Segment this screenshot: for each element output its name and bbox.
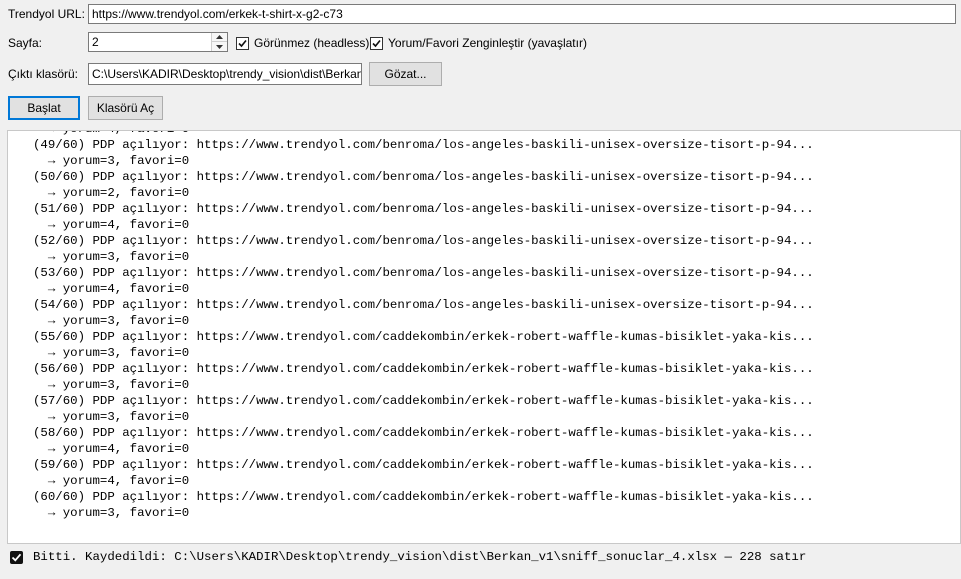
headless-label: Görünmez (headless) (254, 36, 370, 50)
start-button[interactable]: Başlat (8, 96, 80, 120)
output-folder-input[interactable]: C:\Users\KADIR\Desktop\trendy_vision\dis… (88, 63, 362, 85)
log-line: → yorum=3, favori=0 (33, 410, 190, 424)
check-mark-icon (10, 550, 23, 564)
log-line: → yorum=4, favori=0 (33, 282, 190, 296)
page-spin-buttons[interactable] (211, 33, 227, 51)
log-line: → yorum=4, favori=0 (33, 474, 190, 488)
log-line: → yorum=3, favori=0 (33, 154, 190, 168)
url-input[interactable]: https://www.trendyol.com/erkek-t-shirt-x… (88, 4, 956, 24)
log-lines: → yorum=4, favori=0(49/60) PDP açılıyor:… (33, 131, 814, 521)
spin-down-icon[interactable] (212, 42, 227, 51)
log-output[interactable]: → yorum=4, favori=0(49/60) PDP açılıyor:… (7, 130, 961, 544)
url-label: Trendyol URL: (8, 7, 85, 21)
page-label: Sayfa: (8, 36, 43, 50)
browse-button[interactable]: Gözat... (369, 62, 442, 86)
log-line: (60/60) PDP açılıyor: https://www.trendy… (33, 490, 814, 504)
log-line: (51/60) PDP açılıyor: https://www.trendy… (33, 202, 814, 216)
enrich-checkbox[interactable]: Yorum/Favori Zenginleştir (yavaşlatır) (370, 35, 587, 51)
status-bar: Bitti. Kaydedildi: C:\Users\KADIR\Deskto… (10, 549, 806, 565)
log-line: (50/60) PDP açılıyor: https://www.trendy… (33, 170, 814, 184)
enrich-label: Yorum/Favori Zenginleştir (yavaşlatır) (388, 36, 587, 50)
page-spinbox[interactable]: 2 (88, 32, 228, 52)
log-line: (54/60) PDP açılıyor: https://www.trendy… (33, 298, 814, 312)
checkbox-checked-icon[interactable] (370, 36, 383, 50)
log-line: → yorum=2, favori=0 (33, 186, 190, 200)
log-line: (55/60) PDP açılıyor: https://www.trendy… (33, 330, 814, 344)
log-line: (58/60) PDP açılıyor: https://www.trendy… (33, 426, 814, 440)
log-line: (57/60) PDP açılıyor: https://www.trendy… (33, 394, 814, 408)
open-folder-button[interactable]: Klasörü Aç (88, 96, 163, 120)
headless-checkbox[interactable]: Görünmez (headless) (236, 35, 369, 51)
log-line: → yorum=4, favori=0 (33, 131, 814, 137)
spin-up-icon[interactable] (212, 33, 227, 42)
log-line: (52/60) PDP açılıyor: https://www.trendy… (33, 234, 814, 248)
log-line: (56/60) PDP açılıyor: https://www.trendy… (33, 362, 814, 376)
log-line: (53/60) PDP açılıyor: https://www.trendy… (33, 266, 814, 280)
output-folder-label: Çıktı klasörü: (8, 67, 79, 81)
log-line: → yorum=4, favori=0 (33, 442, 190, 456)
log-line: → yorum=3, favori=0 (33, 378, 190, 392)
log-line: → yorum=3, favori=0 (33, 346, 190, 360)
checkbox-checked-icon[interactable] (236, 36, 249, 50)
log-line: → yorum=3, favori=0 (33, 314, 190, 328)
log-line: → yorum=3, favori=0 (33, 506, 190, 520)
log-line: → yorum=4, favori=0 (33, 218, 190, 232)
log-line: → yorum=3, favori=0 (33, 250, 190, 264)
log-line: (59/60) PDP açılıyor: https://www.trendy… (33, 458, 814, 472)
status-text: Bitti. Kaydedildi: C:\Users\KADIR\Deskto… (33, 550, 807, 564)
log-line: (49/60) PDP açılıyor: https://www.trendy… (33, 138, 814, 152)
page-value: 2 (92, 35, 99, 49)
